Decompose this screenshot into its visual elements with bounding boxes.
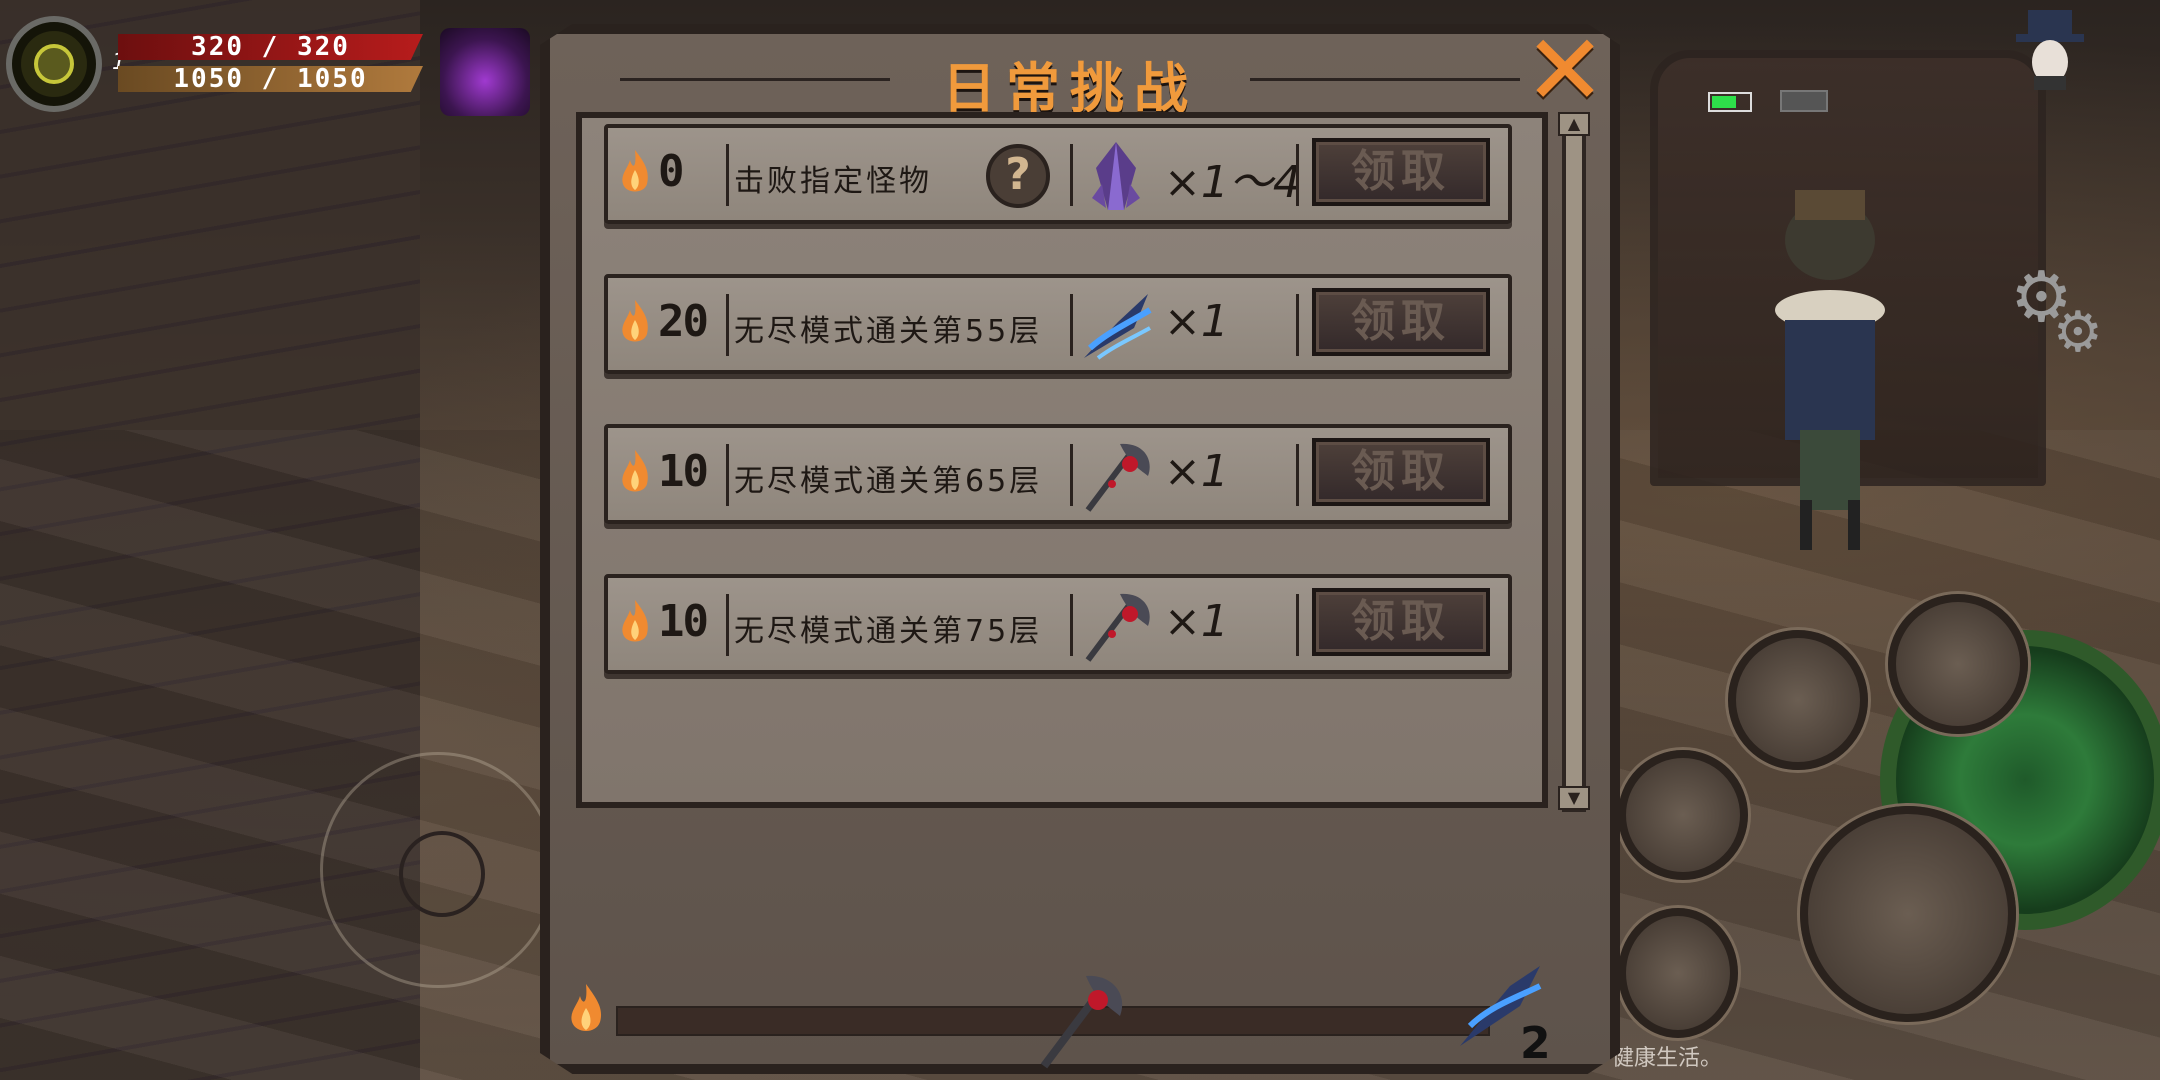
claim-button[interactable]: 领取 [1312,138,1490,206]
hp-bar: 320 / 320 [118,34,423,60]
row-divider [726,294,729,356]
task-row: 10 无尽模式通关第75层 ×1 领取 [604,574,1512,674]
question-mark-icon[interactable]: ? [986,144,1050,208]
task-description: 无尽模式通关第65层 [734,464,1043,499]
player-emblem[interactable] [6,16,102,112]
plague-doctor-npc [1775,190,1885,550]
row-divider [1296,144,1299,206]
mp-bar: 1050 / 1050 [118,66,423,92]
task-row: 10 无尽模式通关第65层 ×1 领取 [604,424,1512,524]
claim-button[interactable]: 领取 [1312,438,1490,506]
virtual-joystick[interactable] [320,752,556,988]
weapon-swap-button[interactable] [1618,908,1738,1038]
task-description: 无尽模式通关第75层 [734,614,1043,649]
row-divider [1070,444,1073,506]
blue-claw-weapon-icon[interactable] [1078,288,1154,364]
red-axe-weapon-icon[interactable] [1024,966,1134,1076]
revolver-skill-button[interactable] [1728,630,1868,770]
flame-icon [622,150,648,192]
reward-quantity: ×1 [1164,596,1229,647]
slash-skill-button[interactable] [1888,594,2028,734]
flame-icon [622,600,648,642]
row-divider [726,594,729,656]
row-divider [1070,294,1073,356]
battery-icon [1708,92,1752,112]
task-row: 0 击败指定怪物 ? ×1～4 领取 [604,124,1512,224]
row-divider [726,444,729,506]
task-score: 20 [658,296,709,347]
joystick-knob[interactable] [399,831,485,917]
character-menu-icon[interactable] [2010,6,2090,90]
row-divider [726,144,729,206]
flame-icon [622,450,648,492]
scroll-down-button[interactable]: ▼ [1558,786,1590,810]
task-score: 10 [658,596,709,647]
scrollbar-thumb[interactable] [1566,134,1582,786]
signal-icon [1780,90,1828,112]
row-divider [1070,144,1073,206]
claim-button[interactable]: 领取 [1312,288,1490,356]
claim-button[interactable]: 领取 [1312,588,1490,656]
flame-icon [571,984,602,1031]
row-divider [1296,294,1299,356]
row-divider [1296,444,1299,506]
task-score: 10 [658,446,709,497]
flame-icon [622,300,648,342]
trap-skill-button[interactable] [1618,750,1748,880]
task-description: 无尽模式通关第55层 [734,314,1043,349]
row-divider [1070,594,1073,656]
milestone-reward-count: 2 [1520,1018,1551,1069]
red-axe-weapon-icon[interactable] [1078,438,1154,514]
reward-quantity: ×1 [1164,446,1229,497]
title-divider-right [1250,78,1520,81]
reward-quantity: ×1 [1164,296,1229,347]
scroll-up-button[interactable]: ▲ [1558,112,1590,136]
health-notice: 健康生活。 [1612,1046,1723,1071]
attack-button[interactable] [1800,806,2016,1022]
task-description: 击败指定怪物 [734,164,932,199]
close-icon[interactable]: ✕ [1524,22,1606,120]
task-row: 20 无尽模式通关第55层 ×1 领取 [604,274,1512,374]
settings-gear-icon[interactable]: ⚙⚙ [2010,262,2110,372]
companion-portrait[interactable] [440,28,530,116]
red-axe-weapon-icon[interactable] [1078,588,1154,664]
title-divider-left [620,78,890,81]
reward-quantity: ×1～4 [1164,157,1301,208]
purple-crystal-icon[interactable] [1078,138,1154,214]
row-divider [1296,594,1299,656]
task-score: 0 [658,146,685,197]
